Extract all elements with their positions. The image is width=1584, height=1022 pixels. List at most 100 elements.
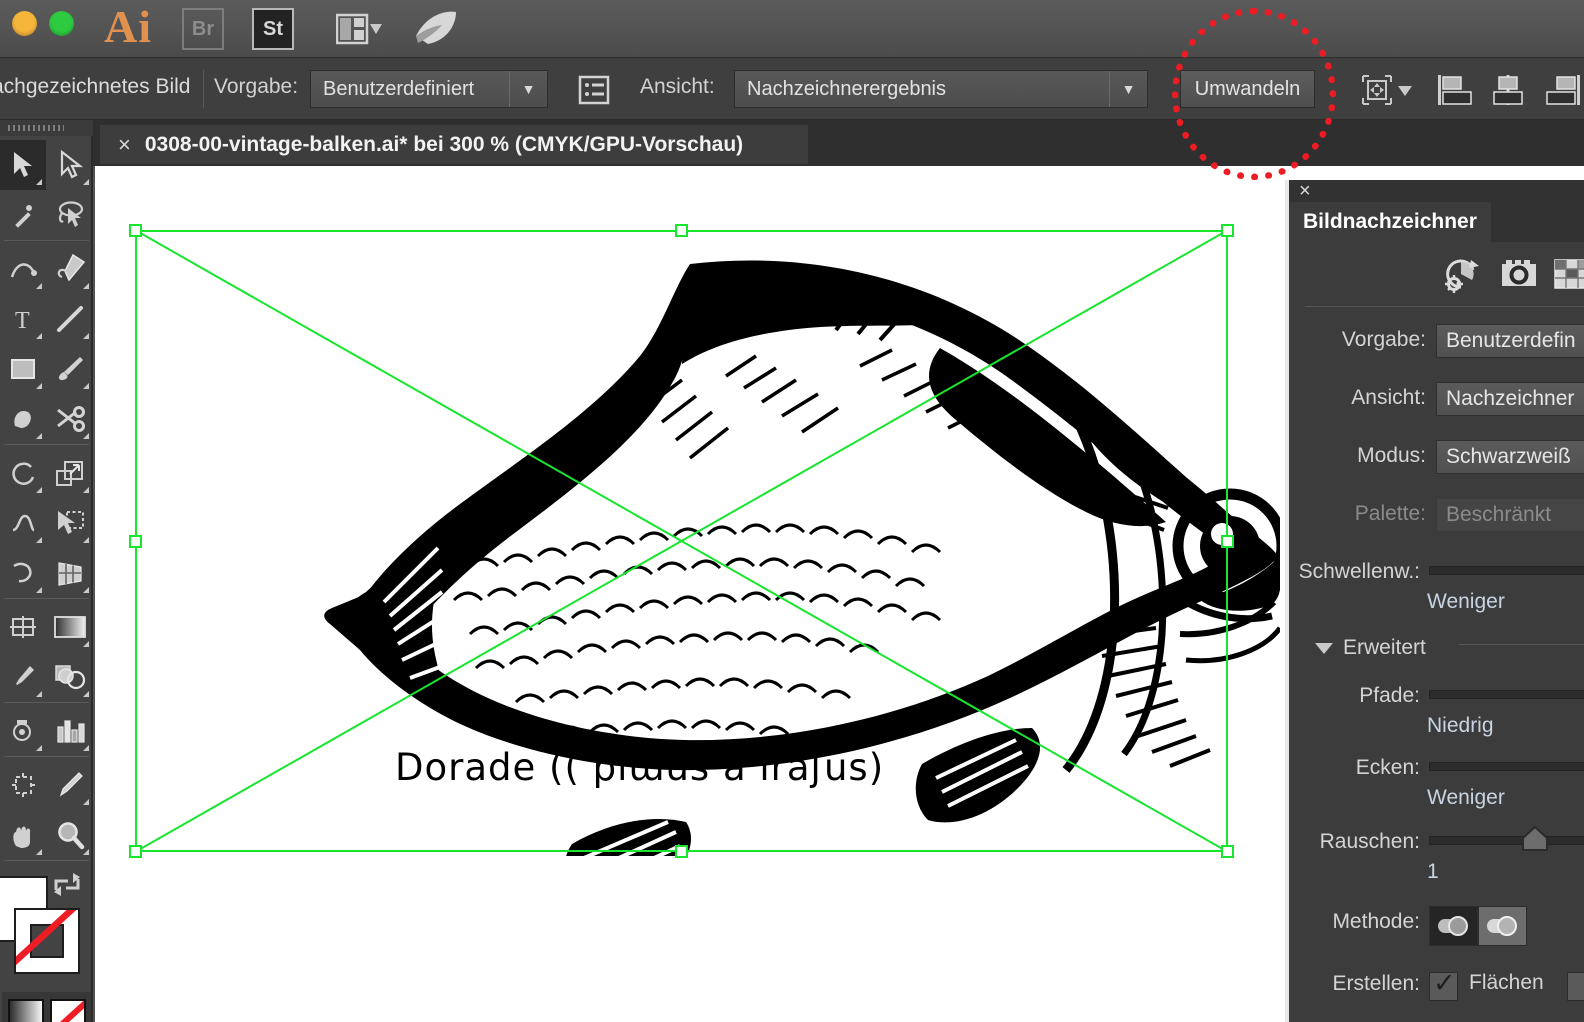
- workspace-switcher-icon[interactable]: [336, 8, 382, 50]
- selection-handle-e[interactable]: [1221, 535, 1234, 548]
- align-right-icon[interactable]: [1540, 72, 1584, 108]
- tool-shaper[interactable]: [0, 394, 46, 444]
- window-minimize-button[interactable]: [12, 11, 37, 36]
- selection-handle-w[interactable]: [129, 535, 142, 548]
- panel-corners-slider[interactable]: [1429, 762, 1584, 771]
- tools-panel: T: [0, 120, 93, 1022]
- panel-row-create: Erstellen: ✓ Flächen: [1289, 968, 1584, 1004]
- rocket-icon[interactable]: [412, 8, 460, 50]
- panel-paths-slider[interactable]: [1429, 690, 1584, 699]
- document-tab[interactable]: × 0308-00-vintage-balken.ai* bei 300 % (…: [99, 124, 809, 164]
- tools-divider: [4, 598, 89, 599]
- panel-noise-slider[interactable]: [1429, 836, 1584, 845]
- selection-handle-nw[interactable]: [129, 224, 142, 237]
- panel-create-label: Erstellen:: [1332, 972, 1420, 995]
- photo-camera-icon[interactable]: [1497, 252, 1541, 296]
- tool-shape-builder[interactable]: [0, 548, 46, 598]
- control-divider-1: [203, 70, 204, 108]
- close-document-icon[interactable]: ×: [118, 132, 131, 158]
- tool-direct-selection[interactable]: [47, 140, 93, 190]
- method-overlapping-icon[interactable]: [1478, 906, 1527, 946]
- tool-flyout-corner: [36, 487, 42, 493]
- tool-hand[interactable]: [0, 810, 46, 860]
- tool-scale[interactable]: [47, 448, 93, 498]
- panel-close-icon[interactable]: ×: [1299, 180, 1311, 203]
- auto-color-icon[interactable]: [1439, 252, 1483, 296]
- panel-preset-value: Benutzerdefin: [1446, 329, 1576, 352]
- align-left-icon[interactable]: [1434, 72, 1478, 108]
- tool-rotate[interactable]: [0, 448, 46, 498]
- tool-column-graph[interactable]: [47, 706, 93, 756]
- preset-combobox[interactable]: Benutzerdefiniert ▼: [310, 70, 548, 108]
- chevron-down-icon[interactable]: ▼: [509, 71, 547, 107]
- tool-paintbrush[interactable]: [47, 344, 93, 394]
- tool-free-transform[interactable]: [47, 498, 93, 548]
- selection-handle-se[interactable]: [1221, 845, 1234, 858]
- tools-panel-grip[interactable]: [0, 120, 93, 136]
- gradient-swatch-button[interactable]: [8, 999, 44, 1022]
- tool-flyout-corner: [83, 537, 89, 543]
- tool-eyedropper[interactable]: [0, 652, 46, 702]
- tool-zoom[interactable]: [47, 810, 93, 860]
- tab-image-trace[interactable]: Bildnachzeichner: [1289, 202, 1491, 242]
- tool-curvature[interactable]: [0, 244, 46, 294]
- panel-method-buttons: [1429, 906, 1527, 946]
- align-center-icon[interactable]: [1486, 72, 1530, 108]
- create-fills-checkbox[interactable]: ✓: [1429, 968, 1458, 1001]
- window-zoom-button[interactable]: [49, 11, 74, 36]
- tool-selection[interactable]: [0, 140, 46, 190]
- tool-flyout-corner: [83, 433, 89, 439]
- selection-bounding-box[interactable]: [129, 224, 1234, 858]
- tool-perspective-grid[interactable]: [47, 548, 93, 598]
- tool-flyout-corner: [36, 537, 42, 543]
- tool-symbol-sprayer[interactable]: [0, 706, 46, 756]
- stroke-swatch[interactable]: [14, 908, 80, 974]
- panel-header-bar: ×: [1289, 180, 1584, 202]
- tool-flyout-corner: [36, 179, 42, 185]
- panel-threshold-slider[interactable]: [1429, 566, 1584, 575]
- tool-slice[interactable]: [47, 760, 93, 810]
- list-panel-icon[interactable]: [578, 74, 610, 106]
- none-swatch-button[interactable]: [50, 999, 86, 1022]
- svg-text:T: T: [15, 308, 30, 333]
- tool-scissors[interactable]: [47, 394, 93, 444]
- tool-line-segment[interactable]: [47, 294, 93, 344]
- tool-mesh[interactable]: [0, 602, 46, 652]
- tool-rectangle[interactable]: [0, 344, 46, 394]
- tool-width[interactable]: [0, 498, 46, 548]
- tool-pen[interactable]: [47, 244, 93, 294]
- bridge-icon[interactable]: Br: [182, 8, 224, 50]
- create-strokes-checkbox[interactable]: [1567, 972, 1584, 1001]
- panel-corners-value: Weniger: [1427, 786, 1505, 809]
- grayscale-grid-icon[interactable]: [1551, 252, 1584, 296]
- tool-blend[interactable]: [47, 652, 93, 702]
- panel-palette-label: Palette:: [1354, 502, 1426, 525]
- tool-flyout-corner: [83, 745, 89, 751]
- panel-mode-field[interactable]: Schwarzweiß: [1436, 440, 1584, 474]
- swap-fill-stroke-icon[interactable]: [52, 872, 82, 903]
- selection-handle-ne[interactable]: [1221, 224, 1234, 237]
- chevron-down-icon[interactable]: ▼: [1109, 71, 1147, 107]
- tool-type[interactable]: T: [0, 294, 46, 344]
- selection-handle-n[interactable]: [675, 224, 688, 237]
- tool-flyout-corner: [83, 641, 89, 647]
- selection-handle-sw[interactable]: [129, 845, 142, 858]
- tool-artboard[interactable]: [0, 760, 46, 810]
- panel-preset-label: Vorgabe:: [1341, 328, 1426, 351]
- transform-icon[interactable]: [1358, 72, 1416, 108]
- stock-icon[interactable]: St: [252, 8, 294, 50]
- panel-view-field[interactable]: Nachzeichner: [1436, 382, 1584, 416]
- tool-lasso[interactable]: [47, 190, 93, 240]
- panel-advanced-disclosure[interactable]: Erweitert: [1315, 636, 1426, 660]
- method-abutting-icon[interactable]: [1429, 906, 1478, 946]
- application-title-bar: Ai Br St: [0, 0, 1584, 58]
- tool-flyout-corner: [83, 487, 89, 493]
- expand-button[interactable]: Umwandeln: [1180, 70, 1315, 108]
- tool-magic-wand[interactable]: [0, 190, 46, 240]
- selection-handle-s[interactable]: [675, 845, 688, 858]
- tool-gradient[interactable]: [47, 602, 93, 652]
- view-combobox[interactable]: Nachzeichnerergebnis ▼: [734, 70, 1148, 108]
- panel-preset-field[interactable]: Benutzerdefin: [1436, 324, 1584, 358]
- tool-flyout-corner: [83, 849, 89, 855]
- panel-method-label: Methode:: [1332, 910, 1420, 933]
